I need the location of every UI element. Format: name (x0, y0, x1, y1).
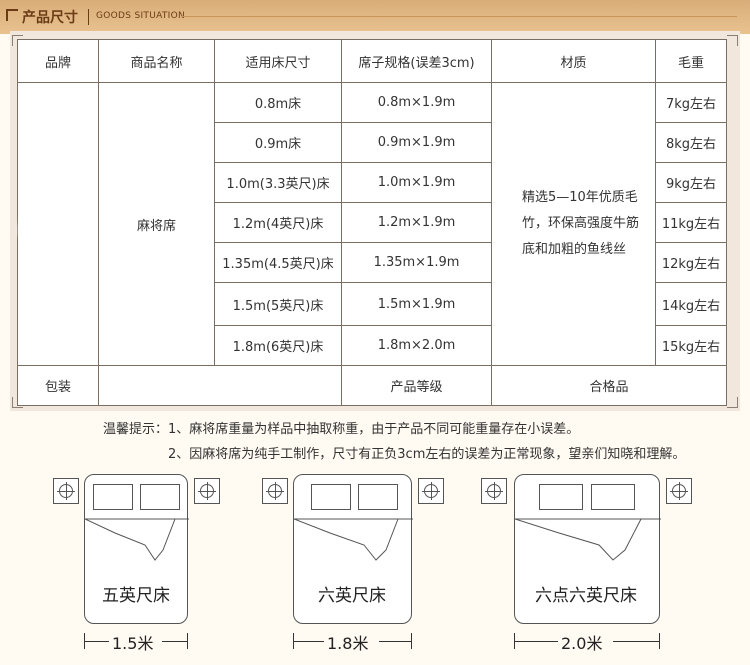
width-dimension: 1.8米 (293, 633, 412, 653)
frame-corner-ornament (727, 397, 738, 408)
bed-diagram: 六点六英尺床 (514, 474, 661, 624)
header-weight: 毛重 (655, 39, 727, 83)
material-line: 精选5—10年优质毛 (521, 190, 638, 205)
grade-value: 合格品 (491, 365, 727, 406)
header-material: 材质 (491, 39, 656, 83)
weight-cell: 12kg左右 (655, 242, 727, 283)
lamp-icon (57, 482, 75, 500)
bed-size-cell: 1.0m(3.3英尺)床 (214, 162, 342, 203)
section-subtitle: GOODS SITUATION (96, 11, 186, 21)
nightstand-icon (262, 478, 288, 504)
bed-diagram: 五英尺床 (84, 474, 189, 624)
bed-size-cell: 1.2m(4英尺)床 (214, 202, 342, 243)
material-line: 底和加粗的鱼线丝 (521, 242, 626, 257)
lamp-icon (198, 482, 216, 500)
width-dimension: 2.0米 (514, 633, 660, 653)
bed-size-cell: 0.9m床 (214, 122, 342, 163)
header-brand: 品牌 (17, 39, 99, 83)
nightstand-icon (53, 478, 79, 504)
note-line-1: 温馨提示：1、麻将席重量为样品中抽取称重，由于产品不同可能重量存在小误差。 (103, 422, 580, 437)
width-label: 1.8米 (327, 634, 369, 653)
weight-cell: 11kg左右 (655, 202, 727, 243)
lamp-icon (266, 482, 284, 500)
ornament-icon (6, 9, 18, 21)
nightstand-icon (418, 478, 444, 504)
header-bed-size: 适用床尺寸 (214, 39, 342, 83)
bed-size-cell: 1.35m(4.5英尺)床 (214, 242, 342, 283)
bed-diagram: 六英尺床 (293, 474, 413, 624)
product-name-cell: 麻将席 (98, 82, 215, 366)
bed-size-cell: 1.8m(6英尺)床 (214, 325, 342, 366)
mat-spec-cell: 1.0m×1.9m (341, 162, 492, 203)
weight-cell: 7kg左右 (655, 82, 727, 123)
nightstand-icon (194, 478, 220, 504)
lamp-icon (485, 482, 503, 500)
bed-size-label: 五英尺床 (102, 586, 170, 606)
nightstand-icon (481, 478, 507, 504)
packaging-label: 包装 (17, 365, 99, 406)
mat-spec-cell: 0.8m×1.9m (341, 82, 492, 123)
bed-size-label: 六英尺床 (318, 586, 386, 606)
material-line: 竹，环保高强度牛筋 (521, 216, 639, 231)
mat-spec-cell: 1.8m×2.0m (341, 325, 492, 366)
bed-size-cell: 0.8m床 (214, 82, 342, 123)
weight-cell: 14kg左右 (655, 282, 727, 326)
note-line-2: 2、因麻将席为纯手工制作，尺寸有正负3cm左右的误差为正常现象，望亲们知晓和理解… (168, 447, 686, 462)
banner-divider (88, 9, 89, 25)
width-dimension: 1.5米 (84, 633, 188, 653)
header-product-name: 商品名称 (98, 39, 215, 83)
header-mat-spec: 席子规格(误差3cm) (341, 39, 492, 83)
bed-size-cell: 1.5m(5英尺)床 (214, 282, 342, 326)
mat-spec-cell: 1.2m×1.9m (341, 202, 492, 243)
mat-spec-cell: 0.9m×1.9m (341, 122, 492, 163)
lamp-icon (670, 482, 688, 500)
weight-cell: 8kg左右 (655, 122, 727, 163)
material-cell: 精选5—10年优质毛 竹，环保高强度牛筋 底和加粗的鱼线丝 (491, 82, 656, 366)
weight-cell: 15kg左右 (655, 325, 727, 366)
packaging-value (98, 365, 342, 406)
banner-rule (182, 16, 737, 17)
bed-size-label: 六点六英尺床 (535, 586, 637, 606)
mat-spec-cell: 1.5m×1.9m (341, 282, 492, 326)
section-banner: 产品尺寸 GOODS SITUATION (0, 0, 750, 34)
mat-spec-cell: 1.35m×1.9m (341, 242, 492, 283)
frame-corner-ornament (727, 35, 738, 46)
width-label: 2.0米 (561, 634, 603, 653)
weight-cell: 9kg左右 (655, 162, 727, 203)
grade-label: 产品等级 (341, 365, 492, 406)
lamp-icon (422, 482, 440, 500)
section-title: 产品尺寸 (22, 10, 78, 26)
nightstand-icon (666, 478, 692, 504)
width-label: 1.5米 (112, 634, 154, 653)
brand-logo-blurred (22, 220, 74, 240)
